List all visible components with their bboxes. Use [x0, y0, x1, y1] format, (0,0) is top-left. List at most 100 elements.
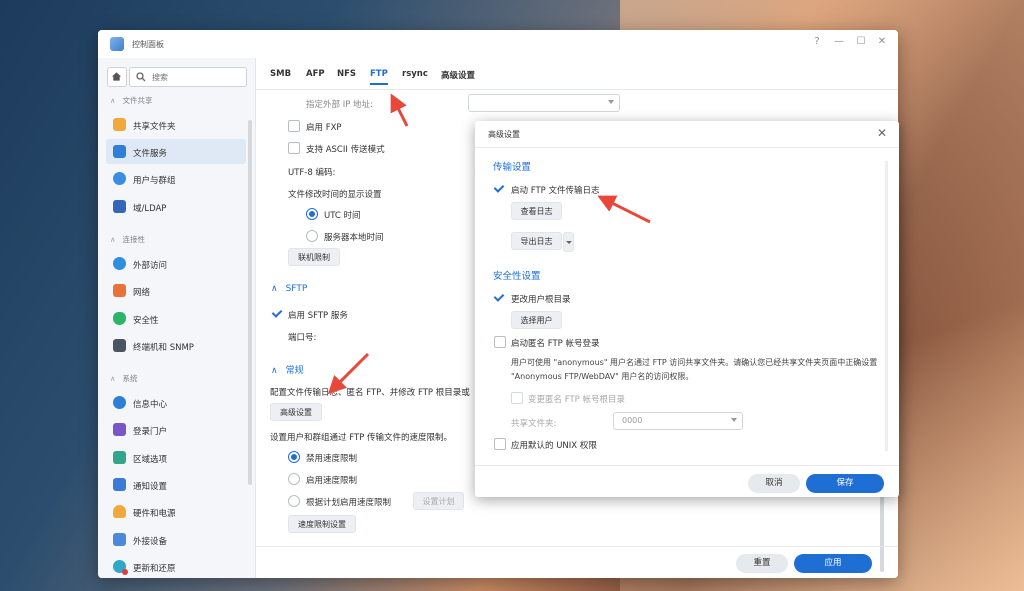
view-log-button[interactable]: 查看日志: [511, 202, 562, 220]
chevron-up-icon: ∧: [271, 366, 278, 376]
set-schedule-button[interactable]: 设置计划: [413, 492, 464, 510]
shield-icon: [113, 312, 126, 325]
cancel-button[interactable]: 取消: [748, 474, 800, 493]
enable-sftp-label: 启用 SFTP 服务: [288, 311, 348, 321]
tab-ftp[interactable]: FTP: [370, 69, 388, 85]
save-button[interactable]: 保存: [806, 474, 884, 493]
category-file-sharing[interactable]: ∧ 文件共享: [110, 95, 153, 106]
sidebar-item-label: 信息中心: [133, 400, 168, 410]
enable-fxp-checkbox[interactable]: [288, 120, 300, 132]
sidebar-item-file-services[interactable]: 文件服务: [106, 139, 246, 164]
sidebar-item-external-devices[interactable]: 外接设备: [106, 527, 246, 552]
sidebar-item-regional-options[interactable]: 区域选项: [106, 445, 246, 470]
control-panel-app-icon: [110, 37, 124, 51]
select-user-button[interactable]: 选择用户: [511, 311, 562, 329]
external-access-icon: [113, 257, 126, 270]
folder-icon: [113, 118, 126, 131]
category-system[interactable]: ∧ 系统: [110, 373, 138, 384]
speed-limit-settings-button[interactable]: 速度限制设置: [288, 515, 356, 533]
search-input[interactable]: [150, 70, 244, 85]
dialog-close-icon[interactable]: ✕: [877, 126, 887, 140]
tab-rsync[interactable]: rsync: [402, 69, 428, 79]
schedule-speed-radio[interactable]: [288, 495, 300, 507]
sidebar-item-label: 外部访问: [133, 261, 168, 271]
enable-log-label: 启动 FTP 文件传输日志: [511, 186, 600, 196]
file-services-icon: [113, 145, 126, 158]
sidebar-item-shared-folder[interactable]: 共享文件夹: [106, 112, 246, 137]
sidebar-scrollbar[interactable]: [248, 120, 252, 485]
help-icon[interactable]: ?: [810, 36, 824, 47]
sidebar-item-info-center[interactable]: 信息中心: [106, 390, 246, 415]
minimize-icon[interactable]: —: [832, 36, 846, 47]
sidebar-item-external-access[interactable]: 外部访问: [106, 251, 246, 276]
apply-button[interactable]: 应用: [794, 554, 872, 573]
disable-speed-radio[interactable]: [288, 451, 300, 463]
chevron-down-icon: [731, 418, 737, 422]
title-bar[interactable]: 控制面板 ? — ☐ ✕: [98, 30, 898, 58]
search-box[interactable]: [129, 67, 247, 87]
close-icon[interactable]: ✕: [875, 36, 889, 47]
connection-limit-button[interactable]: 联机限制: [288, 248, 340, 266]
maximize-icon[interactable]: ☐: [854, 36, 868, 47]
general-section-title: 常规: [285, 366, 304, 376]
anonymous-login-checkbox[interactable]: [494, 336, 506, 348]
tab-advanced[interactable]: 高级设置: [441, 69, 475, 81]
tab-nfs[interactable]: NFS: [337, 69, 356, 79]
notification-icon: [113, 478, 126, 491]
sidebar-item-users-groups[interactable]: 用户与群组: [106, 166, 246, 191]
sftp-section-title: SFTP: [285, 284, 308, 294]
server-local-time-radio[interactable]: [306, 230, 318, 242]
server-local-time-label: 服务器本地时间: [324, 233, 384, 243]
sidebar-item-label: 域/LDAP: [133, 204, 167, 214]
network-icon: [113, 284, 126, 297]
sidebar-item-domain-ldap[interactable]: 域/LDAP: [106, 194, 246, 219]
general-section-header[interactable]: ∧ 常规: [271, 363, 304, 376]
change-anon-root-label: 变更匿名 FTP 帐号根目录: [528, 395, 625, 405]
disable-speed-label: 禁用速度限制: [306, 454, 358, 464]
enable-speed-radio[interactable]: [288, 473, 300, 485]
sidebar-item-security[interactable]: 安全性: [106, 306, 246, 331]
info-icon: [113, 396, 126, 409]
ascii-mode-checkbox[interactable]: [288, 142, 300, 154]
dialog-scrollbar[interactable]: [885, 161, 888, 451]
utc-time-radio[interactable]: [306, 208, 318, 220]
caret-down-icon: [566, 241, 572, 244]
sidebar-item-label: 登录门户: [133, 427, 168, 437]
enable-sftp-checkbox[interactable]: [272, 308, 282, 318]
home-icon: [111, 72, 122, 81]
tab-smb[interactable]: SMB: [270, 69, 291, 79]
advanced-settings-button[interactable]: 高级设置: [270, 403, 322, 421]
utc-time-label: UTC 时间: [324, 211, 361, 221]
export-log-button[interactable]: 导出日志: [511, 232, 562, 250]
change-anon-root-checkbox[interactable]: [511, 392, 523, 404]
category-label: 系统: [122, 374, 138, 383]
sidebar-item-update-restore[interactable]: 更新和还原: [106, 554, 246, 578]
export-log-dropdown[interactable]: [563, 232, 574, 252]
tab-afp[interactable]: AFP: [306, 69, 325, 79]
shared-folder-value: 0000: [622, 416, 643, 425]
sidebar-item-notifications[interactable]: 通知设置: [106, 472, 246, 497]
sidebar-item-login-portal[interactable]: 登录门户: [106, 417, 246, 442]
sidebar-item-hardware-power[interactable]: 硬件和电源: [106, 499, 246, 524]
enable-speed-label: 启用速度限制: [306, 476, 358, 486]
reset-button[interactable]: 重置: [736, 554, 788, 573]
home-button[interactable]: [107, 67, 127, 87]
category-connectivity[interactable]: ∧ 连接性: [110, 234, 145, 245]
sidebar-item-label: 用户与群组: [133, 176, 176, 186]
sftp-section-header[interactable]: ∧ SFTP: [271, 284, 307, 294]
dialog-footer-divider: [475, 465, 899, 466]
apply-unix-checkbox[interactable]: [494, 438, 506, 450]
sidebar-item-network[interactable]: 网络: [106, 278, 246, 303]
sidebar: ∧文件共享 共享文件夹 文件服务 用户与群组 域/LDAP ∧连接性 外部访问 …: [98, 58, 256, 578]
change-root-checkbox[interactable]: [494, 292, 504, 302]
sidebar-item-terminal-snmp[interactable]: 终端机和 SNMP: [106, 333, 246, 358]
utf8-label: UTF-8 编码:: [288, 168, 336, 178]
window-title: 控制面板: [132, 40, 164, 49]
external-ip-select[interactable]: [468, 94, 620, 112]
ascii-mode-label: 支持 ASCII 传送模式: [306, 145, 385, 155]
enable-log-checkbox[interactable]: [494, 183, 504, 193]
shared-folder-select[interactable]: 0000: [613, 412, 743, 430]
schedule-speed-label: 根据计划启用速度限制: [306, 498, 392, 508]
sidebar-item-label: 安全性: [133, 316, 159, 326]
users-icon: [113, 172, 126, 185]
